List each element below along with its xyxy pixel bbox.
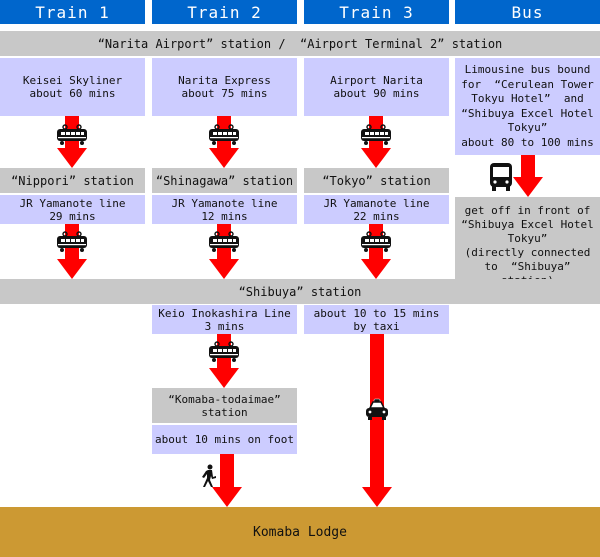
station-suffix: station	[201, 405, 248, 419]
route-time: about 75 mins	[181, 87, 268, 100]
route-name: Keisei Skyliner	[22, 74, 123, 87]
route-box-on-foot: about 10 mins on foot	[152, 425, 297, 454]
header-train-1: Train 1	[0, 0, 145, 24]
route-name: Airport Narita	[330, 74, 423, 87]
bus-line-1: Limousine bus bound	[464, 63, 591, 76]
bus-icon	[489, 162, 513, 196]
route-box-yamanote-1: JR Yamanote line 29 mins	[0, 195, 145, 224]
dropoff-line-5: to “Shibuya”	[484, 259, 571, 273]
taxi-icon	[365, 398, 389, 426]
train-icon	[55, 124, 89, 150]
train-icon	[359, 124, 393, 150]
route-time: 22 mins	[353, 209, 400, 223]
station-tokyo: “Tokyo” station	[304, 168, 449, 193]
train-icon	[207, 124, 241, 150]
station-shinagawa: “Shinagawa” station	[152, 168, 297, 193]
station-nippori: “Nippori” station	[0, 168, 145, 193]
route-box-taxi: about 10 to 15 mins by taxi	[304, 305, 449, 334]
route-name: JR Yamanote line	[19, 196, 126, 210]
arrow-shaft	[521, 155, 535, 177]
arrow-head	[209, 259, 239, 279]
arrow-head	[513, 177, 543, 197]
route-box-keisei-skyliner: Keisei Skyliner about 60 mins	[0, 58, 145, 116]
route-time: about 90 mins	[333, 87, 420, 100]
header-bus: Bus	[455, 0, 600, 24]
arrow-head	[362, 487, 392, 507]
arrow-head	[209, 148, 239, 168]
bus-line-2: for “Cerulean Tower	[461, 77, 594, 91]
arrow-head	[361, 148, 391, 168]
station-shibuya-band: “Shibuya” station	[0, 279, 600, 304]
dropoff-line-4: (directly connected	[464, 245, 591, 259]
route-name: Narita Express	[178, 74, 271, 87]
header-train-2: Train 2	[152, 0, 297, 24]
route-time: about 10 to 15 mins	[313, 306, 440, 320]
bus-time: about 80 to 100 mins	[461, 135, 594, 149]
arrow-shaft	[220, 454, 234, 487]
route-mode: by taxi	[353, 319, 400, 333]
route-time: about 60 mins	[29, 87, 116, 100]
route-name: JR Yamanote line	[323, 196, 430, 210]
walking-person-icon	[201, 464, 217, 492]
route-time: 29 mins	[49, 209, 96, 223]
route-box-yamanote-2: JR Yamanote line 12 mins	[152, 195, 297, 224]
route-box-narita-express: Narita Express about 75 mins	[152, 58, 297, 116]
route-time: 3 mins	[204, 319, 245, 333]
dropoff-line-1: get off in front of	[464, 203, 591, 217]
arrow-head	[361, 259, 391, 279]
station-name: “Komaba-todaimae”	[168, 392, 281, 406]
header-train-3: Train 3	[304, 0, 449, 24]
dropoff-line-2: “Shibuya Excel Hotel	[461, 217, 594, 231]
route-box-keio-inokashira: Keio Inokashira Line 3 mins	[152, 305, 297, 334]
route-time: 12 mins	[201, 209, 248, 223]
arrow-head	[209, 368, 239, 388]
bus-line-4: “Shibuya Excel Hotel	[461, 106, 594, 120]
destination-komaba-lodge: Komaba Lodge	[0, 507, 600, 557]
train-icon	[359, 231, 393, 257]
bus-line-3: Tokyu Hotel” and	[471, 92, 584, 105]
route-name: Keio Inokashira Line	[158, 306, 291, 320]
train-icon	[207, 231, 241, 257]
train-icon	[207, 341, 241, 367]
route-name: JR Yamanote line	[171, 196, 278, 210]
route-box-airport-narita: Airport Narita about 90 mins	[304, 58, 449, 116]
arrow-head	[57, 259, 87, 279]
airport-station-band: “Narita Airport” station / “Airport Term…	[0, 31, 600, 56]
route-box-yamanote-3: JR Yamanote line 22 mins	[304, 195, 449, 224]
train-icon	[55, 231, 89, 257]
route-box-limousine-bus: Limousine bus bound for “Cerulean Tower …	[455, 58, 600, 155]
dropoff-line-3: Tokyu”	[507, 231, 548, 245]
station-komaba-todaimae: “Komaba-todaimae” station	[152, 388, 297, 423]
bus-line-5: Tokyu”	[507, 121, 548, 134]
arrow-head	[57, 148, 87, 168]
